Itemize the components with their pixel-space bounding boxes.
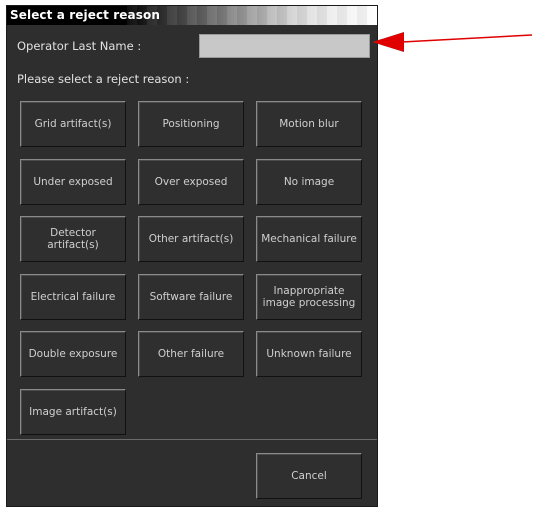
reason-button-image-artifacts[interactable]: Image artifact(s) (20, 389, 126, 435)
reason-button-double-exposure[interactable]: Double exposure (20, 331, 126, 377)
reason-button-detector-artifacts[interactable]: Detector artifact(s) (20, 216, 126, 262)
footer-divider (7, 439, 377, 440)
reason-button-over-exposed[interactable]: Over exposed (138, 159, 244, 205)
reason-button-electrical-failure[interactable]: Electrical failure (20, 274, 126, 320)
reason-button-under-exposed[interactable]: Under exposed (20, 159, 126, 205)
reason-button-other-artifacts[interactable]: Other artifact(s) (138, 216, 244, 262)
reason-button-inappropriate-image-processing[interactable]: Inappropriate image processing (256, 274, 362, 320)
title-bar-gradient (127, 6, 377, 25)
reason-button-positioning[interactable]: Positioning (138, 101, 244, 147)
title-bar: Select a reject reason (7, 6, 377, 25)
reason-button-mechanical-failure[interactable]: Mechanical failure (256, 216, 362, 262)
operator-last-name-label: Operator Last Name : (17, 39, 142, 53)
reject-reason-dialog: Select a reject reason Operator Last Nam… (6, 5, 378, 507)
operator-last-name-input[interactable] (199, 34, 370, 58)
reason-button-no-image[interactable]: No image (256, 159, 362, 205)
reason-button-motion-blur[interactable]: Motion blur (256, 101, 362, 147)
cancel-button[interactable]: Cancel (256, 453, 362, 499)
annotation-arrow-shaft (401, 34, 533, 43)
reason-button-unknown-failure[interactable]: Unknown failure (256, 331, 362, 377)
dialog-title: Select a reject reason (10, 8, 160, 22)
arrow-left-icon (372, 32, 533, 52)
reason-button-other-failure[interactable]: Other failure (138, 331, 244, 377)
reject-reason-prompt: Please select a reject reason : (17, 72, 190, 86)
reason-button-grid-artifacts[interactable]: Grid artifact(s) (20, 101, 126, 147)
annotation-arrow-head (372, 32, 404, 52)
reason-button-software-failure[interactable]: Software failure (138, 274, 244, 320)
screen: Select a reject reason Operator Last Nam… (0, 0, 533, 508)
